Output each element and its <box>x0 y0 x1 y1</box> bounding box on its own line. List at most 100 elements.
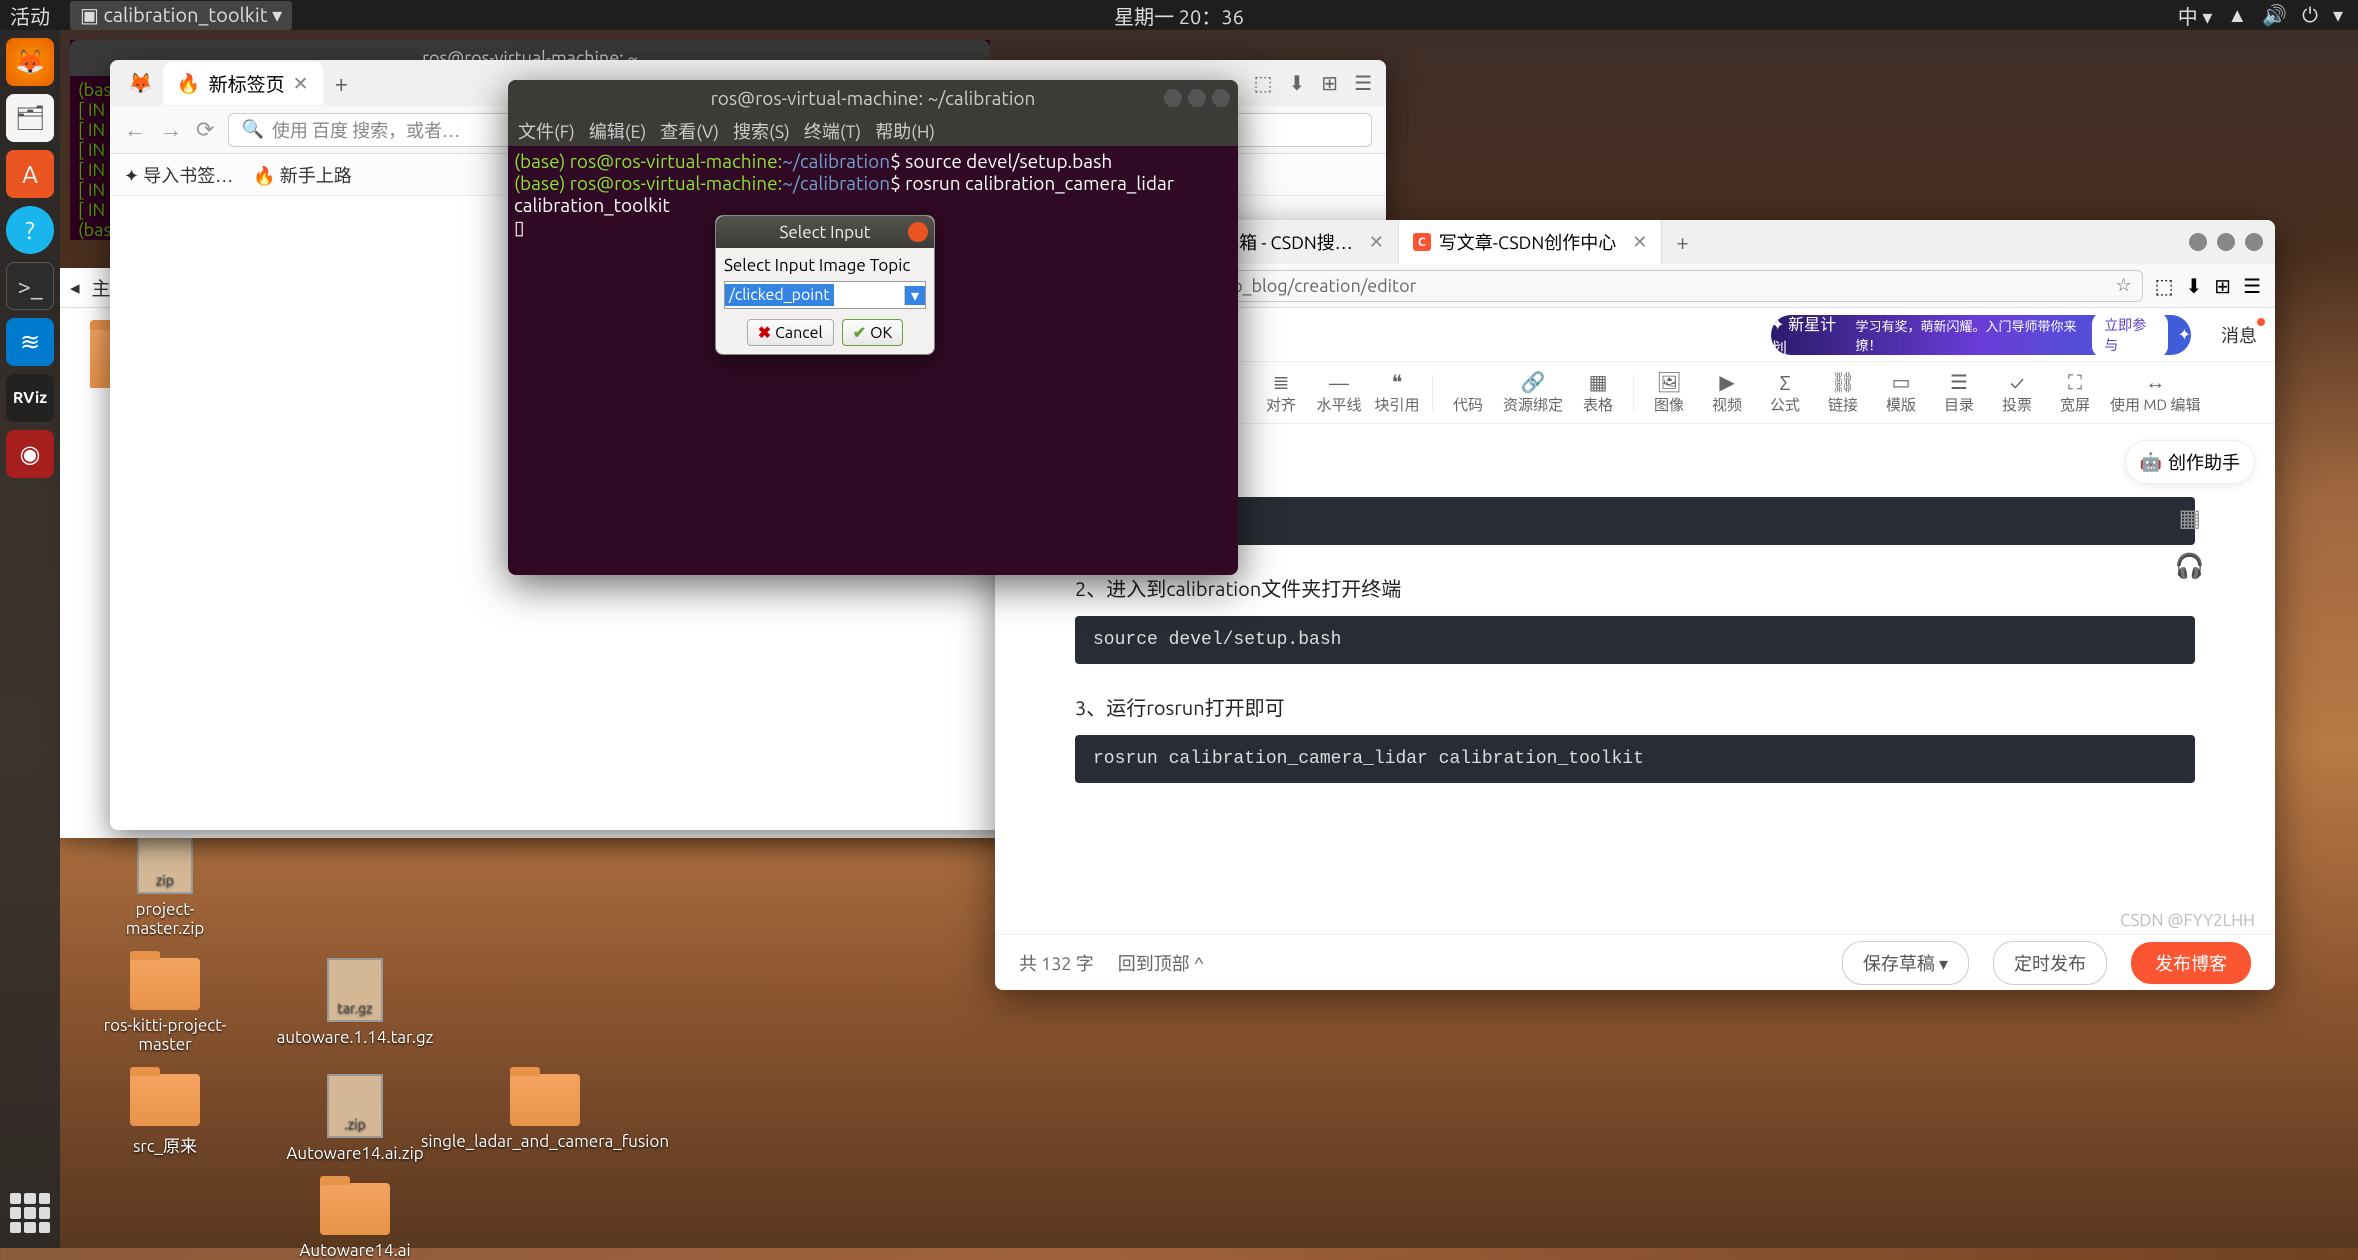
bookmark-item[interactable]: 🔥 新手上路 <box>253 162 352 188</box>
join-button[interactable]: 立即参与 <box>2092 312 2167 358</box>
close-icon[interactable]: ✕ <box>1369 232 1384 253</box>
promo-banner[interactable]: ✦ 新星计划 学习有奖，萌新闪耀。入门导师带你来撩！ 立即参与 ✦ <box>1771 315 2191 355</box>
desktop-folder[interactable]: single_ladar_and_camera_fusion <box>480 1074 610 1163</box>
activities-button[interactable]: 活动 <box>10 1 50 30</box>
save-draft-button[interactable]: 保存草稿 ▾ <box>1842 941 1969 985</box>
dock-screenshot[interactable]: ◉ <box>6 430 54 478</box>
network-icon[interactable]: ▲ <box>2227 3 2247 28</box>
power-icon[interactable]: ⏻ <box>2302 3 2318 27</box>
dock-help[interactable]: ? <box>6 206 54 254</box>
show-applications[interactable] <box>10 1193 50 1233</box>
publish-button[interactable]: 发布博客 <box>2131 942 2251 984</box>
toolbar-目录[interactable]: ☰目录 <box>1936 370 1982 415</box>
paragraph: 3、运行rosrun打开即可 <box>1075 692 2195 721</box>
toolbar-投票[interactable]: ✓投票 <box>1994 370 2040 415</box>
messages-link[interactable]: 消息 <box>2221 322 2257 348</box>
back-to-top[interactable]: 回到顶部 ^ <box>1118 950 1204 976</box>
menu-item[interactable]: 帮助(H) <box>875 118 935 144</box>
firefox-home-icon[interactable]: 🦊 <box>118 71 163 95</box>
menu-icon[interactable]: ☰ <box>2243 274 2261 298</box>
dock-firefox[interactable]: 🦊 <box>6 38 54 86</box>
menu-icon[interactable]: ☰ <box>1354 71 1372 95</box>
screenshot-icon[interactable]: ⬚ <box>2155 274 2174 298</box>
desktop-folder[interactable]: ros-kitti-project-master <box>100 958 230 1054</box>
toolbar-使用 MD 编辑[interactable]: ↔使用 MD 编辑 <box>2110 370 2201 415</box>
toolbar-水平线[interactable]: —水平线 <box>1316 370 1362 415</box>
terminal-menubar: 文件(F) 编辑(E) 查看(V) 搜索(S) 终端(T) 帮助(H) <box>508 116 1238 146</box>
headset-icon[interactable]: 🎧 <box>2175 552 2205 580</box>
download-icon[interactable]: ⬇ <box>1289 71 1306 95</box>
ai-assistant-button[interactable]: 🤖 创作助手 <box>2125 440 2255 484</box>
toolbar-代码[interactable]: 代码 <box>1445 370 1491 415</box>
forward-button[interactable]: → <box>160 117 182 143</box>
volume-icon[interactable]: 🔊 <box>2262 3 2287 27</box>
word-count: 共 132 字 <box>1019 950 1094 976</box>
bookmark-star-icon[interactable]: ☆ <box>2115 275 2131 296</box>
ok-button[interactable]: ✔OK <box>842 319 904 346</box>
dialog-close-button[interactable] <box>908 222 928 242</box>
paragraph: 1、运行roscore <box>1075 454 2195 483</box>
code-block: roscore <box>1075 497 2195 545</box>
dock-files[interactable]: 🗂 <box>6 94 54 142</box>
cancel-button[interactable]: ✖Cancel <box>747 319 834 346</box>
dock-rviz[interactable]: RViz <box>6 374 54 422</box>
close-icon[interactable]: ✕ <box>1632 232 1647 253</box>
code-block: source devel/setup.bash <box>1075 616 2195 664</box>
ime-indicator[interactable]: 中 ▾ <box>2178 1 2213 30</box>
toolbar-宽屏[interactable]: ⛶宽屏 <box>2052 370 2098 415</box>
download-icon[interactable]: ⬇ <box>2186 274 2203 298</box>
toolbar-对齐[interactable]: ≣对齐 <box>1258 370 1304 415</box>
csdn-tab-3[interactable]: C写文章-CSDN创作中心✕ <box>1399 220 1663 264</box>
close-button[interactable] <box>2245 233 2263 251</box>
menu-item[interactable]: 查看(V) <box>660 118 719 144</box>
top-bar: 活动 ▣ calibration_toolkit ▾ 星期一 20：36 中 ▾… <box>0 0 2358 30</box>
back-button[interactable]: ← <box>124 117 146 143</box>
tab-close-icon[interactable]: ✕ <box>293 72 309 95</box>
toolbar-资源绑定[interactable]: 🔗资源绑定 <box>1503 370 1563 415</box>
clock[interactable]: 星期一 20：36 <box>1114 1 1244 30</box>
close-button[interactable] <box>1212 89 1230 107</box>
new-tab-button[interactable]: + <box>1662 230 1702 255</box>
account-icon[interactable]: ⊞ <box>1321 71 1338 95</box>
minimize-button[interactable] <box>2189 233 2207 251</box>
qrcode-icon[interactable]: ▦ <box>2178 504 2201 532</box>
dialog-title: Select Input <box>716 216 934 248</box>
desktop-file[interactable]: zipproject-master.zip <box>100 830 230 938</box>
desktop-file[interactable]: tar.gzautoware.1.14.tar.gz <box>290 958 420 1054</box>
menu-item[interactable]: 搜索(S) <box>733 118 790 144</box>
toolbar-公式[interactable]: Σ公式 <box>1762 370 1808 415</box>
toolbar-块引用[interactable]: ❝块引用 <box>1374 370 1420 415</box>
maximize-button[interactable] <box>1188 89 1206 107</box>
toolbar-表格[interactable]: ▦表格 <box>1575 370 1621 415</box>
toolbar-模版[interactable]: ▭模版 <box>1878 370 1924 415</box>
toolbar-视频[interactable]: ▶视频 <box>1704 370 1750 415</box>
menu-item[interactable]: 终端(T) <box>804 118 861 144</box>
toolbar-图像[interactable]: 🖼图像 <box>1646 370 1692 415</box>
screenshot-icon[interactable]: ⬚ <box>1254 71 1273 95</box>
desktop-folder[interactable]: src_原来 <box>100 1074 230 1163</box>
topic-dropdown[interactable]: /clicked_point ▾ <box>724 281 926 309</box>
desktop-icons: zipproject-master.zip ros-kitti-project-… <box>100 830 610 1260</box>
tab-label: 新标签页 <box>209 70 285 97</box>
import-bookmarks[interactable]: ✦ 导入书签… <box>124 162 233 188</box>
maximize-button[interactable] <box>2217 233 2235 251</box>
app-menu[interactable]: ▣ calibration_toolkit ▾ <box>70 1 292 30</box>
firefox-tab[interactable]: 🔥 新标签页 ✕ <box>163 62 323 105</box>
dock-software[interactable]: A <box>6 150 54 198</box>
minimize-button[interactable] <box>1164 89 1182 107</box>
menu-item[interactable]: 文件(F) <box>518 118 575 144</box>
desktop-file[interactable]: .zipAutoware14.ai.zip <box>290 1074 420 1163</box>
new-tab-button[interactable]: + <box>323 70 361 97</box>
dock-terminal[interactable]: >_ <box>6 262 54 310</box>
menu-item[interactable]: 编辑(E) <box>589 118 646 144</box>
toolbar-链接[interactable]: ⛓链接 <box>1820 370 1866 415</box>
dock-vscode[interactable]: ≋ <box>6 318 54 366</box>
dropdown-arrow-icon[interactable]: ▾ <box>904 286 925 305</box>
window-titlebar: ros@ros-virtual-machine: ~/calibration <box>508 80 1238 116</box>
dropdown-icon[interactable]: ▾ <box>2333 3 2343 27</box>
desktop-folder[interactable]: Autoware14.ai <box>290 1183 420 1260</box>
sidebar-icon[interactable]: ⊞ <box>2214 274 2231 298</box>
select-input-dialog: Select Input Select Input Image Topic /c… <box>715 215 935 355</box>
schedule-button[interactable]: 定时发布 <box>1993 941 2107 985</box>
reload-button[interactable]: ⟳ <box>196 117 214 143</box>
